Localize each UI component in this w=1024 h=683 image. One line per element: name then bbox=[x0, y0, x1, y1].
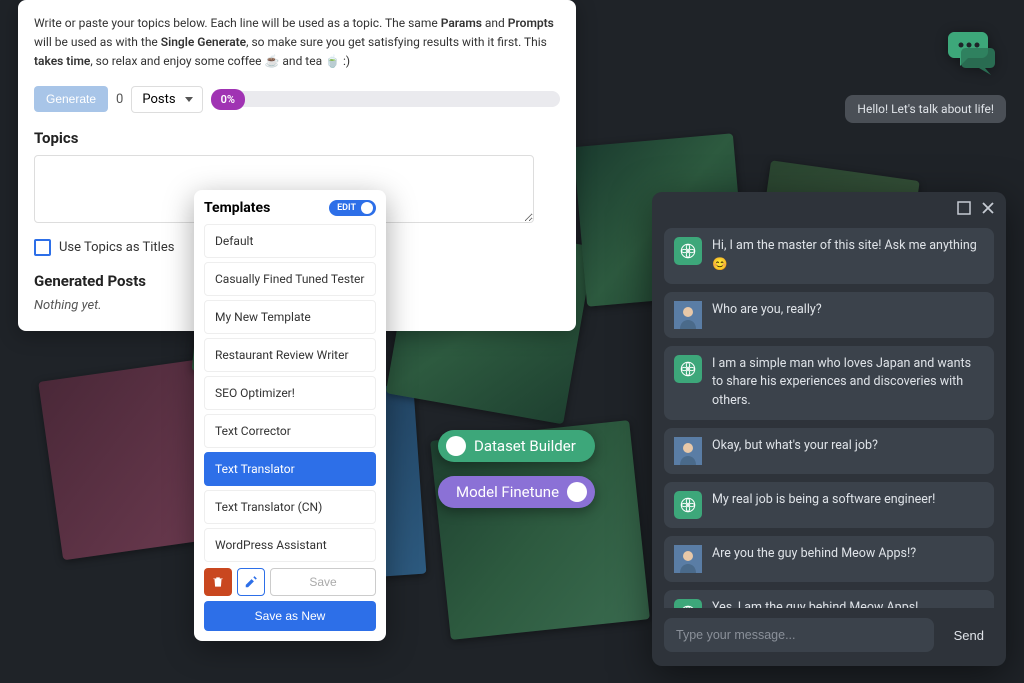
message-text: I am a simple man who loves Japan and wa… bbox=[712, 355, 984, 411]
feature-pills: Dataset Builder Model Finetune bbox=[438, 430, 595, 522]
templates-popover: Templates EDIT Default Casually Fined Tun… bbox=[194, 190, 386, 641]
generate-button[interactable]: Generate bbox=[34, 86, 108, 112]
pill-dot-icon bbox=[567, 482, 587, 502]
toolbar: Generate 0 Posts 0% bbox=[34, 86, 560, 113]
message-text: My real job is being a software engineer… bbox=[712, 491, 935, 510]
dataset-builder-pill[interactable]: Dataset Builder bbox=[438, 430, 595, 462]
pencil-icon bbox=[244, 575, 258, 589]
topics-title: Topics bbox=[34, 129, 560, 147]
template-item[interactable]: Text Translator (CN) bbox=[204, 490, 376, 524]
template-item[interactable]: Text Translator bbox=[204, 452, 376, 486]
ai-avatar-icon bbox=[674, 491, 702, 519]
chat-messages: Hi, I am the master of this site! Ask me… bbox=[652, 224, 1006, 608]
trash-icon bbox=[211, 575, 225, 589]
chat-message: Are you the guy behind Meow Apps!? bbox=[664, 536, 994, 582]
message-text: Are you the guy behind Meow Apps!? bbox=[712, 545, 916, 564]
pill-dot-icon bbox=[446, 436, 466, 456]
chat-message: Hi, I am the master of this site! Ask me… bbox=[664, 228, 994, 284]
chat-message: I am a simple man who loves Japan and wa… bbox=[664, 346, 994, 420]
edit-toggle[interactable]: EDIT bbox=[329, 200, 376, 216]
send-button[interactable]: Send bbox=[944, 618, 994, 652]
generate-count: 0 bbox=[116, 92, 123, 107]
template-item[interactable]: My New Template bbox=[204, 300, 376, 334]
progress-badge: 0% bbox=[211, 89, 245, 110]
message-text: Hi, I am the master of this site! Ask me… bbox=[712, 237, 984, 275]
chat-message: Yes, I am the guy behind Meow Apps! bbox=[664, 590, 994, 608]
hello-bubble: Hello! Let's talk about life! bbox=[845, 95, 1006, 123]
template-item[interactable]: Restaurant Review Writer bbox=[204, 338, 376, 372]
chat-message: My real job is being a software engineer… bbox=[664, 482, 994, 528]
user-avatar-icon bbox=[674, 545, 702, 573]
checkbox-label: Use Topics as Titles bbox=[59, 240, 174, 255]
intro-text: Write or paste your topics below. Each l… bbox=[34, 14, 560, 72]
user-avatar-icon bbox=[674, 437, 702, 465]
checkbox-icon[interactable] bbox=[34, 239, 51, 256]
template-item[interactable]: Text Corrector bbox=[204, 414, 376, 448]
delete-template-button[interactable] bbox=[204, 568, 232, 596]
edit-toggle-label: EDIT bbox=[337, 203, 356, 213]
chat-window-header bbox=[652, 192, 1006, 224]
chat-message: Okay, but what's your real job? bbox=[664, 428, 994, 474]
ai-avatar-icon bbox=[674, 599, 702, 608]
chat-footer: Send bbox=[652, 608, 1006, 666]
message-text: Yes, I am the guy behind Meow Apps! bbox=[712, 599, 918, 608]
toggle-knob-icon bbox=[361, 202, 373, 214]
progress: 0% bbox=[211, 89, 560, 110]
edit-template-button[interactable] bbox=[237, 568, 265, 596]
ai-avatar-icon bbox=[674, 237, 702, 265]
message-text: Okay, but what's your real job? bbox=[712, 437, 878, 456]
close-icon[interactable] bbox=[980, 200, 996, 216]
progress-bar bbox=[235, 91, 560, 107]
chat-launcher-icon[interactable] bbox=[946, 30, 996, 80]
template-item[interactable]: Casually Fined Tuned Tester bbox=[204, 262, 376, 296]
user-avatar-icon bbox=[674, 301, 702, 329]
model-finetune-pill[interactable]: Model Finetune bbox=[438, 476, 595, 508]
pill-label: Dataset Builder bbox=[474, 437, 576, 455]
pill-label: Model Finetune bbox=[456, 483, 559, 501]
maximize-icon[interactable] bbox=[956, 200, 972, 216]
save-as-new-button[interactable]: Save as New bbox=[204, 601, 376, 631]
post-type-select[interactable]: Posts bbox=[131, 86, 202, 113]
template-item[interactable]: Default bbox=[204, 224, 376, 258]
template-item[interactable]: SEO Optimizer! bbox=[204, 376, 376, 410]
chat-message: Who are you, really? bbox=[664, 292, 994, 338]
chat-input[interactable] bbox=[664, 618, 934, 652]
chat-window: Hi, I am the master of this site! Ask me… bbox=[652, 192, 1006, 666]
save-button[interactable]: Save bbox=[270, 568, 376, 596]
template-item[interactable]: WordPress Assistant bbox=[204, 528, 376, 562]
message-text: Who are you, really? bbox=[712, 301, 822, 320]
templates-title: Templates bbox=[204, 200, 270, 216]
ai-avatar-icon bbox=[674, 355, 702, 383]
